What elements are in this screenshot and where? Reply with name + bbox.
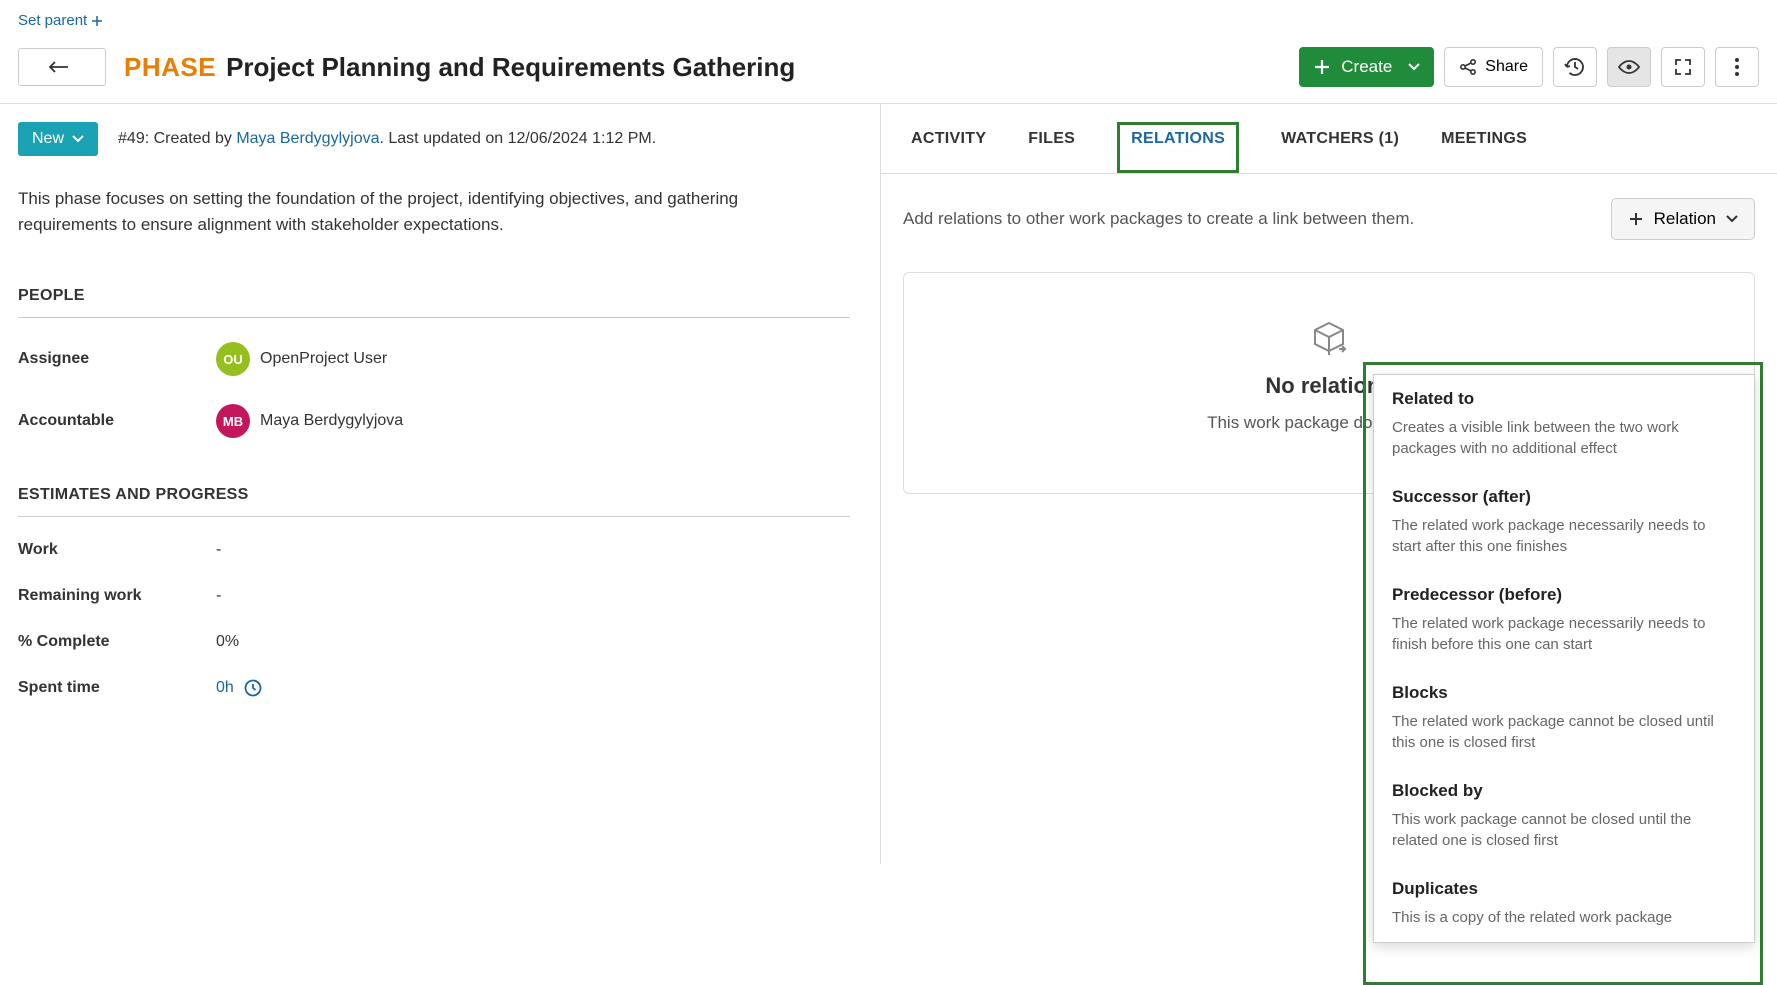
work-package-header: PHASE Project Planning and Requirements … xyxy=(0,29,1777,104)
relation-option-duplicates[interactable]: Duplicates This is a copy of the related… xyxy=(1374,865,1754,942)
relation-type-dropdown: Related to Creates a visible link betwee… xyxy=(1373,374,1755,943)
work-label: Work xyxy=(18,541,216,559)
work-value[interactable]: - xyxy=(216,541,221,559)
status-dropdown[interactable]: New xyxy=(18,122,98,156)
relation-option-predecessor[interactable]: Predecessor (before) The related work pa… xyxy=(1374,571,1754,669)
eye-icon xyxy=(1618,60,1640,74)
relations-hint: Add relations to other work packages to … xyxy=(903,209,1414,229)
meta-info: #49: Created by Maya Berdygylyjova. Last… xyxy=(118,130,656,148)
estimates-section-header: ESTIMATES AND PROGRESS xyxy=(18,486,850,517)
share-icon xyxy=(1459,58,1477,76)
create-label: Create xyxy=(1341,57,1392,77)
creator-link[interactable]: Maya Berdygylyjova xyxy=(236,130,379,147)
share-button[interactable]: Share xyxy=(1444,47,1543,87)
more-menu-button[interactable] xyxy=(1715,47,1759,87)
spent-time-value[interactable]: 0h xyxy=(216,679,262,697)
plus-icon xyxy=(1313,58,1331,76)
plus-icon xyxy=(1628,211,1644,227)
accountable-label: Accountable xyxy=(18,412,216,430)
set-parent-link[interactable]: Set parent xyxy=(18,12,103,29)
description-text[interactable]: This phase focuses on setting the founda… xyxy=(18,186,850,237)
add-relation-button[interactable]: Relation xyxy=(1611,198,1755,240)
tab-meetings[interactable]: MEETINGS xyxy=(1441,130,1527,173)
clock-icon xyxy=(244,679,262,697)
relation-option-blocked-by[interactable]: Blocked by This work package cannot be c… xyxy=(1374,767,1754,865)
accountable-value[interactable]: MB Maya Berdygylyjova xyxy=(216,404,403,438)
avatar: MB xyxy=(216,404,250,438)
tab-relations[interactable]: RELATIONS xyxy=(1117,122,1239,173)
expand-icon xyxy=(1674,58,1692,76)
status-label: New xyxy=(32,130,64,148)
tab-watchers[interactable]: WATCHERS (1) xyxy=(1281,130,1399,173)
kebab-icon xyxy=(1734,57,1740,77)
assignee-label: Assignee xyxy=(18,350,216,368)
chevron-down-icon xyxy=(1726,215,1738,223)
work-package-title[interactable]: Project Planning and Requirements Gather… xyxy=(226,52,795,83)
plus-icon xyxy=(91,15,103,27)
history-icon xyxy=(1564,56,1586,78)
chevron-down-icon xyxy=(72,135,84,143)
people-section-header: PEOPLE xyxy=(18,287,850,318)
back-button[interactable] xyxy=(18,48,106,86)
avatar: OU xyxy=(216,342,250,376)
percent-complete-value[interactable]: 0% xyxy=(216,633,239,651)
assignee-name: OpenProject User xyxy=(260,350,387,368)
tab-activity[interactable]: ACTIVITY xyxy=(911,130,986,173)
work-package-type: PHASE xyxy=(124,52,216,83)
tabs-bar: ACTIVITY FILES RELATIONS WATCHERS (1) ME… xyxy=(881,104,1777,174)
accountable-name: Maya Berdygylyjova xyxy=(260,412,403,430)
set-parent-label: Set parent xyxy=(18,12,87,29)
tab-files[interactable]: FILES xyxy=(1028,130,1075,173)
share-label: Share xyxy=(1485,58,1528,76)
spent-time-label: Spent time xyxy=(18,679,216,697)
fullscreen-button[interactable] xyxy=(1661,47,1705,87)
chevron-down-icon xyxy=(1408,63,1420,71)
relation-option-successor[interactable]: Successor (after) The related work packa… xyxy=(1374,473,1754,571)
remaining-work-value[interactable]: - xyxy=(216,587,221,605)
create-button[interactable]: Create xyxy=(1299,47,1434,87)
back-arrow-icon xyxy=(48,60,76,74)
package-icon xyxy=(1309,319,1349,359)
relation-button-label: Relation xyxy=(1654,209,1716,229)
watch-button[interactable] xyxy=(1607,47,1651,87)
percent-complete-label: % Complete xyxy=(18,633,216,651)
relation-option-blocks[interactable]: Blocks The related work package cannot b… xyxy=(1374,669,1754,767)
activity-timeline-button[interactable] xyxy=(1553,47,1597,87)
assignee-value[interactable]: OU OpenProject User xyxy=(216,342,387,376)
remaining-work-label: Remaining work xyxy=(18,587,216,605)
relation-option-related-to[interactable]: Related to Creates a visible link betwee… xyxy=(1374,375,1754,473)
